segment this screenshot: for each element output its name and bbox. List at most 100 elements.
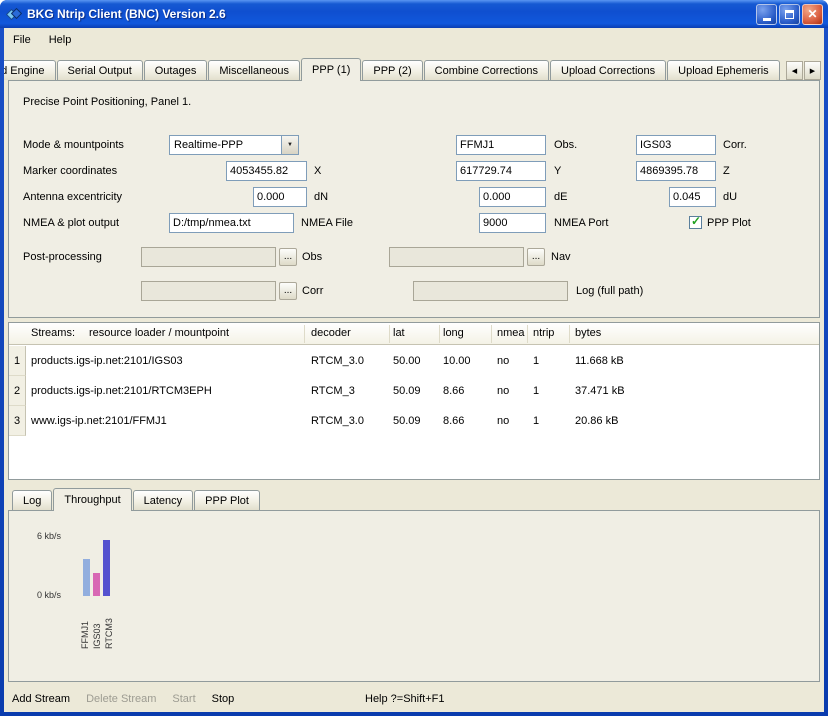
titlebar[interactable]: BKG Ntrip Client (BNC) Version 2.6 ✕ — [0, 0, 828, 28]
post-log-input[interactable] — [413, 281, 568, 301]
nmea-port-input[interactable] — [479, 213, 546, 233]
y-axis-tick-max: 6 kb/s — [13, 531, 61, 541]
tab-miscellaneous[interactable]: Miscellaneous — [208, 60, 300, 80]
table-row[interactable]: 2 products.igs-ip.net:2101/RTCM3EPH RTCM… — [9, 376, 819, 406]
cell-lat: 50.00 — [393, 355, 421, 367]
row-number: 2 — [9, 376, 26, 406]
tab-scroll-left-icon[interactable]: ◀ — [786, 61, 803, 80]
tab-serial-output[interactable]: Serial Output — [57, 60, 143, 80]
tab-ppp-2[interactable]: PPP (2) — [362, 60, 422, 80]
post-obs-input[interactable] — [141, 247, 276, 267]
chart-bar-rtcm3 — [103, 540, 110, 596]
header-long: long — [443, 327, 464, 339]
table-row[interactable]: 1 products.igs-ip.net:2101/IGS03 RTCM_3.… — [9, 346, 819, 376]
tab-ppp-1[interactable]: PPP (1) — [301, 58, 361, 81]
corr-label: Corr. — [723, 139, 747, 151]
menu-help[interactable]: Help — [40, 31, 81, 49]
minimize-button[interactable] — [756, 4, 777, 25]
menu-file[interactable]: File — [4, 31, 40, 49]
marker-coordinates-label: Marker coordinates — [23, 165, 117, 177]
window-title: BKG Ntrip Client (BNC) Version 2.6 — [27, 7, 754, 21]
nmea-plot-output-label: NMEA & plot output — [23, 217, 119, 229]
z-label: Z — [723, 165, 730, 177]
header-lat: lat — [393, 327, 405, 339]
tab-scroll-right-icon[interactable]: ▶ — [804, 61, 821, 80]
browse-nav-button[interactable]: ... — [527, 248, 545, 266]
tab-latency[interactable]: Latency — [133, 490, 194, 510]
cell-decoder: RTCM_3.0 — [311, 355, 364, 367]
tab-upload-ephemeris[interactable]: Upload Ephemeris — [667, 60, 780, 80]
marker-x-input[interactable] — [226, 161, 307, 181]
post-log-label: Log (full path) — [576, 285, 643, 297]
post-corr-label: Corr — [302, 285, 323, 297]
chart-bar-ffmj1 — [83, 559, 90, 596]
browse-obs-button[interactable]: ... — [279, 248, 297, 266]
throughput-chart: 6 kb/s 0 kb/s FFMJ1 IGS03 RTCM3 — [8, 510, 820, 682]
chart-bar-igs03 — [93, 573, 100, 596]
x-label: X — [314, 165, 321, 177]
close-button[interactable]: ✕ — [802, 4, 823, 25]
tab-throughput[interactable]: Throughput — [53, 488, 131, 511]
start-button[interactable]: Start — [164, 690, 203, 708]
post-obs-label: Obs — [302, 251, 322, 263]
maximize-button[interactable] — [779, 4, 800, 25]
cell-decoder: RTCM_3 — [311, 385, 355, 397]
ppp-plot-checkbox[interactable] — [689, 216, 702, 229]
mode-mountpoints-label: Mode & mountpoints — [23, 139, 124, 151]
du-label: dU — [723, 191, 737, 203]
tab-ppp-plot[interactable]: PPP Plot — [194, 490, 260, 510]
marker-z-input[interactable] — [636, 161, 716, 181]
cell-nmea: no — [497, 415, 509, 427]
bar-plot-area — [79, 536, 159, 596]
streams-table-header: Streams: resource loader / mountpoint de… — [9, 323, 819, 345]
cell-nmea: no — [497, 355, 509, 367]
obs-mountpoint-input[interactable] — [456, 135, 546, 155]
cell-long: 8.66 — [443, 415, 464, 427]
cell-mountpoint: products.igs-ip.net:2101/RTCM3EPH — [31, 385, 212, 397]
streams-table: Streams: resource loader / mountpoint de… — [8, 322, 820, 480]
cell-mountpoint: products.igs-ip.net:2101/IGS03 — [31, 355, 183, 367]
menubar: File Help — [4, 28, 824, 52]
close-icon: ✕ — [807, 8, 817, 20]
delete-stream-button[interactable]: Delete Stream — [78, 690, 164, 708]
maximize-icon — [785, 10, 794, 19]
antenna-du-input[interactable] — [669, 187, 716, 207]
tab-combine-corrections[interactable]: Combine Corrections — [424, 60, 549, 80]
add-stream-button[interactable]: Add Stream — [4, 690, 78, 708]
tab-upload-corrections[interactable]: Upload Corrections — [550, 60, 666, 80]
marker-y-input[interactable] — [456, 161, 546, 181]
chevron-down-icon[interactable]: ▼ — [281, 136, 298, 154]
de-label: dE — [554, 191, 567, 203]
antenna-excentricity-label: Antenna excentricity — [23, 191, 122, 203]
nmea-file-label: NMEA File — [301, 217, 353, 229]
tab-feed-engine[interactable]: ed Engine — [4, 60, 56, 80]
header-nmea: nmea — [497, 327, 525, 339]
mode-select[interactable]: Realtime-PPP ▼ — [169, 135, 299, 155]
tab-log[interactable]: Log — [12, 490, 52, 510]
row-number: 3 — [9, 406, 26, 436]
header-bytes: bytes — [575, 327, 601, 339]
post-nav-input[interactable] — [389, 247, 524, 267]
row-number: 1 — [9, 346, 26, 376]
cell-ntrip: 1 — [533, 385, 539, 397]
x-axis-label-igs03: IGS03 — [92, 601, 102, 649]
stop-button[interactable]: Stop — [204, 690, 243, 708]
minimize-icon — [763, 18, 771, 21]
post-corr-input[interactable] — [141, 281, 276, 301]
tab-outages[interactable]: Outages — [144, 60, 208, 80]
app-icon — [5, 5, 23, 23]
browse-corr-button[interactable]: ... — [279, 282, 297, 300]
mode-select-value: Realtime-PPP — [170, 136, 281, 154]
x-axis-label-ffmj1: FFMJ1 — [80, 601, 90, 649]
header-streams: Streams: — [31, 327, 75, 339]
antenna-de-input[interactable] — [479, 187, 546, 207]
main-tabbar: ed Engine Serial Output Outages Miscella… — [4, 58, 782, 81]
obs-label: Obs. — [554, 139, 577, 151]
antenna-dn-input[interactable] — [253, 187, 307, 207]
corr-mountpoint-input[interactable] — [636, 135, 716, 155]
nmea-file-input[interactable] — [169, 213, 294, 233]
table-row[interactable]: 3 www.igs-ip.net:2101/FFMJ1 RTCM_3.0 50.… — [9, 406, 819, 436]
bottom-tabbar: Log Throughput Latency PPP Plot — [12, 488, 261, 511]
cell-nmea: no — [497, 385, 509, 397]
dn-label: dN — [314, 191, 328, 203]
